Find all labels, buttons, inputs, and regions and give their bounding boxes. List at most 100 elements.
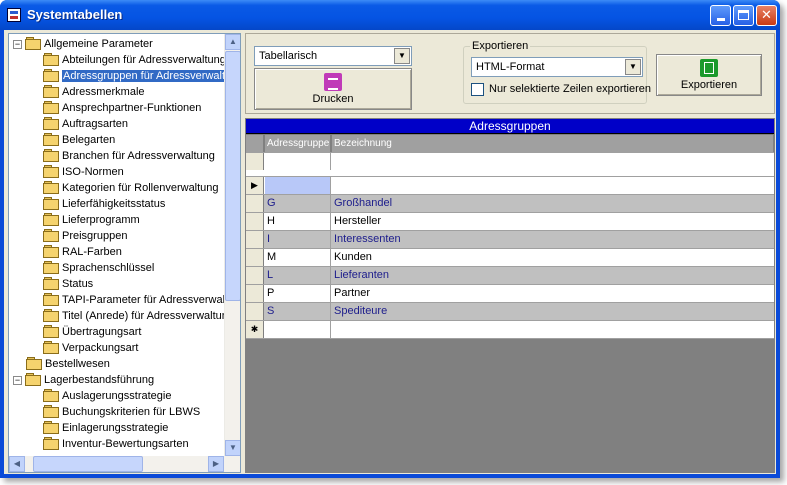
grid-cell-name[interactable]: Partner — [332, 285, 774, 302]
view-select[interactable]: Tabellarisch ▼ — [254, 46, 412, 66]
row-selector[interactable] — [246, 303, 264, 320]
scroll-down-icon[interactable]: ▼ — [225, 440, 240, 456]
folder-icon — [43, 53, 59, 66]
tree-item[interactable]: Kategorien für Rollenverwaltung — [43, 180, 219, 196]
chevron-down-icon[interactable]: ▼ — [625, 59, 641, 75]
grid-cell-code[interactable]: L — [265, 267, 331, 284]
tree-item[interactable]: Adressmerkmale — [43, 84, 145, 100]
tree-item[interactable]: Sprachenschlüssel — [43, 260, 154, 276]
grid-current-row[interactable]: ▶ — [246, 177, 774, 195]
tree-item[interactable]: Verpackungsart — [43, 340, 138, 356]
chevron-down-icon[interactable]: ▼ — [394, 48, 410, 64]
tree-vertical-scrollbar[interactable]: ▲ ▼ — [224, 34, 240, 456]
table-row[interactable]: I Interessenten — [246, 231, 774, 249]
tree-item[interactable]: Übertragungsart — [43, 324, 142, 340]
table-row[interactable]: G Großhandel — [246, 195, 774, 213]
maximize-icon — [738, 10, 749, 20]
row-selector[interactable] — [246, 231, 264, 248]
table-row[interactable]: P Partner — [246, 285, 774, 303]
tree-item-label: Übertragungsart — [62, 326, 142, 338]
export-button[interactable]: Exportieren — [656, 54, 762, 96]
grid-filter-row[interactable] — [246, 153, 774, 177]
grid-cell-code[interactable]: I — [265, 231, 331, 248]
grid-cell-name[interactable]: Spediteure — [332, 303, 774, 320]
tree-item[interactable]: Buchungskriterien für LBWS — [43, 404, 200, 420]
grid-cell-code[interactable]: P — [265, 285, 331, 302]
tree-item[interactable]: Ansprechpartner-Funktionen — [43, 100, 201, 116]
maximize-button[interactable] — [733, 5, 754, 26]
tree-item[interactable]: TAPI-Parameter für Adressverwaltung — [43, 292, 240, 308]
only-selected-checkbox[interactable] — [471, 83, 484, 96]
tree-view[interactable]: − Allgemeine Parameter Abteilungen für Adr… — [8, 33, 241, 473]
tree-item[interactable]: Inventur-Bewertungsarten — [43, 436, 189, 452]
tree-item[interactable]: RAL-Farben — [43, 244, 122, 260]
tree-item[interactable]: Abteilungen für Adressverwaltung — [43, 52, 226, 68]
minimize-button[interactable] — [710, 5, 731, 26]
title-bar[interactable]: Systemtabellen ✕ — [0, 0, 780, 30]
tree-item[interactable]: Adressgruppen für Adressverwaltung — [43, 68, 240, 84]
new-row-marker[interactable]: ✱ — [246, 321, 264, 338]
row-selector[interactable] — [246, 213, 264, 230]
tree-item[interactable]: Branchen für Adressverwaltung — [43, 148, 215, 164]
tree-item[interactable]: Preisgruppen — [43, 228, 127, 244]
tree-item[interactable]: Status — [43, 276, 93, 292]
scroll-up-icon[interactable]: ▲ — [225, 34, 240, 50]
scroll-thumb[interactable] — [33, 456, 143, 472]
filter-cell[interactable] — [332, 153, 774, 170]
tree-item[interactable]: − Allgemeine Parameter — [13, 36, 153, 52]
scroll-left-icon[interactable]: ◀ — [9, 456, 25, 472]
tree-item[interactable]: Belegarten — [43, 132, 115, 148]
grid-cell[interactable] — [265, 321, 331, 338]
grid-cell-code[interactable]: H — [265, 213, 331, 230]
filter-cell[interactable] — [265, 153, 331, 170]
grid-header-row[interactable]: Adressgruppe Bezeichnung — [246, 135, 774, 153]
grid-cell[interactable] — [265, 177, 331, 194]
tree-expander-icon[interactable]: − — [13, 376, 22, 385]
row-selector[interactable] — [246, 285, 264, 302]
column-header[interactable]: Bezeichnung — [332, 135, 774, 152]
folder-icon — [43, 245, 59, 258]
tree-item-label: Adressgruppen für Adressverwaltung — [62, 70, 240, 82]
grid-cell[interactable] — [332, 177, 774, 194]
grid-cell-name[interactable]: Lieferanten — [332, 267, 774, 284]
row-selector[interactable] — [246, 195, 264, 212]
tree-item-label: Verpackungsart — [62, 342, 139, 354]
table-row[interactable]: L Lieferanten — [246, 267, 774, 285]
export-format-select[interactable]: HTML-Format ▼ — [471, 57, 643, 77]
grid-cell-code[interactable]: G — [265, 195, 331, 212]
grid-corner — [246, 135, 264, 152]
tree-item[interactable]: Titel (Anrede) für Adressverwaltung — [43, 308, 234, 324]
scroll-thumb[interactable] — [225, 51, 240, 301]
current-row-marker[interactable]: ▶ — [246, 177, 264, 194]
tree-item[interactable]: Lieferfähigkeitsstatus — [43, 196, 165, 212]
grid-new-row[interactable]: ✱ — [246, 321, 774, 339]
tree-horizontal-scrollbar[interactable]: ◀ ▶ — [9, 456, 240, 472]
tree-item-label: Status — [62, 278, 94, 290]
grid-cell-name[interactable]: Interessenten — [332, 231, 774, 248]
tree-item[interactable]: Lieferprogramm — [43, 212, 140, 228]
tree-item[interactable]: Auftragsarten — [43, 116, 128, 132]
scroll-right-icon[interactable]: ▶ — [208, 456, 224, 472]
table-row[interactable]: S Spediteure — [246, 303, 774, 321]
grid-cell-name[interactable]: Großhandel — [332, 195, 774, 212]
tree-item[interactable]: Auslagerungsstrategie — [43, 388, 171, 404]
grid-cell-name[interactable]: Kunden — [332, 249, 774, 266]
tree-item[interactable]: Bestellwesen — [13, 356, 110, 372]
print-button[interactable]: Drucken — [254, 68, 412, 110]
grid-cell-name[interactable]: Hersteller — [332, 213, 774, 230]
table-row[interactable]: H Hersteller — [246, 213, 774, 231]
row-selector[interactable] — [246, 249, 264, 266]
tree-expander-icon[interactable]: − — [13, 40, 22, 49]
close-button[interactable]: ✕ — [756, 5, 777, 26]
grid-cell[interactable] — [332, 321, 774, 338]
tree-item[interactable]: − Lagerbestandsführung — [13, 372, 154, 388]
tree-item[interactable]: Einlagerungsstrategie — [43, 420, 168, 436]
grid-cell-code[interactable]: M — [265, 249, 331, 266]
column-header[interactable]: Adressgruppe — [265, 135, 331, 152]
table-row[interactable]: M Kunden — [246, 249, 774, 267]
row-selector[interactable] — [246, 267, 264, 284]
row-selector[interactable] — [246, 153, 264, 170]
tree-item[interactable]: ISO-Normen — [43, 164, 124, 180]
client-area: − Allgemeine Parameter Abteilungen für Adr… — [4, 30, 776, 474]
grid-cell-code[interactable]: S — [265, 303, 331, 320]
